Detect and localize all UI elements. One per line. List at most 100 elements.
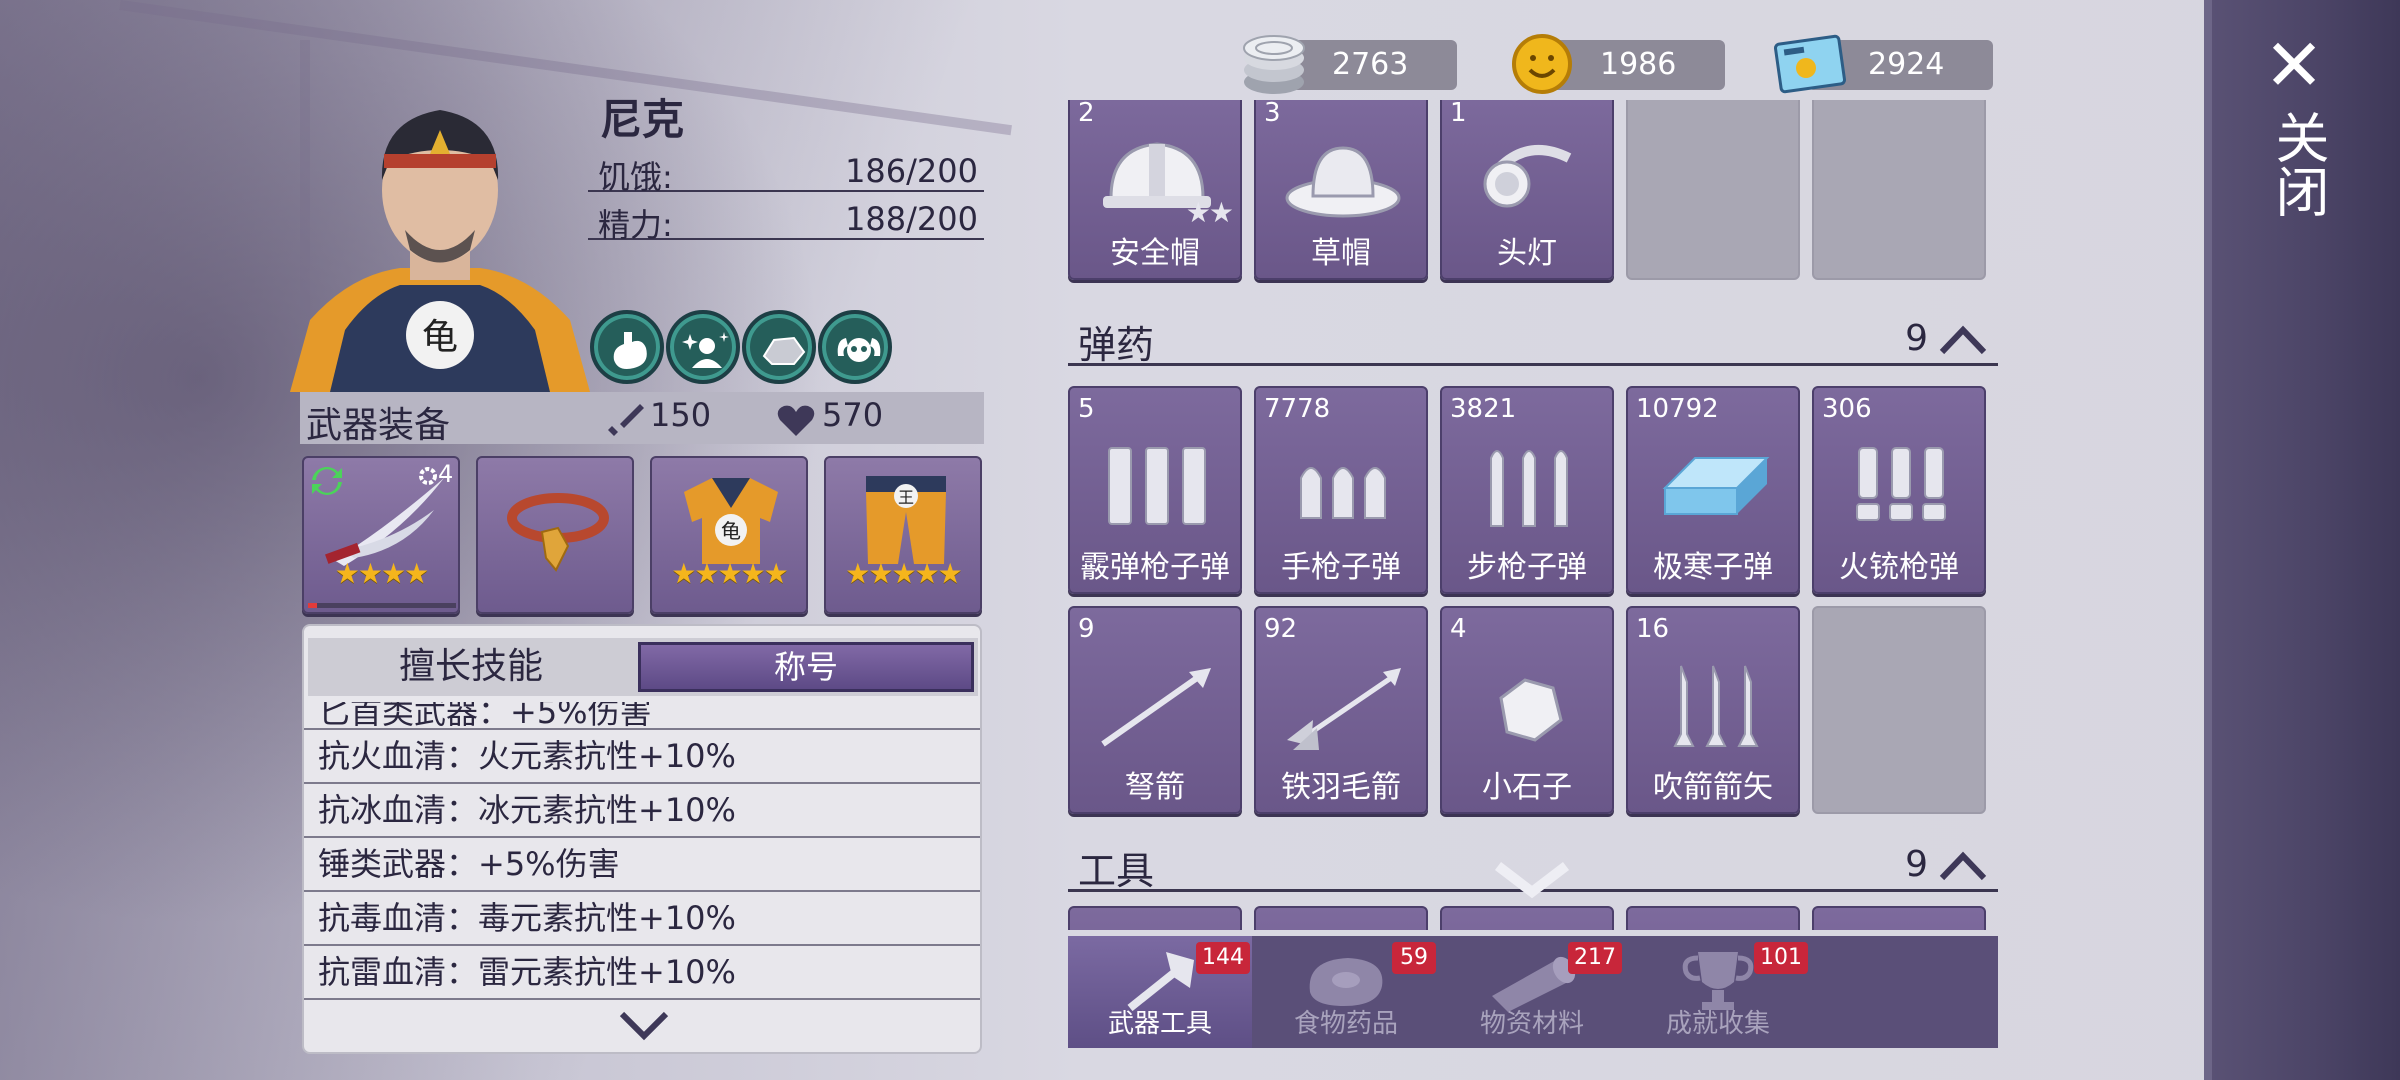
attack-value: 150 xyxy=(650,396,712,434)
close-sidebar[interactable]: ✕ 关闭 xyxy=(2204,0,2400,1080)
item-count: 2 xyxy=(1078,100,1095,128)
stomach-icon xyxy=(613,332,647,369)
tool-slot[interactable] xyxy=(1068,906,1242,930)
shotgun-shell-icon xyxy=(1108,447,1206,525)
equip-slot-pants[interactable]: 王 ★★★★★ xyxy=(824,456,982,614)
item-pistol-ammo[interactable]: 7778 手枪子弹 xyxy=(1254,386,1428,594)
buff-flex[interactable] xyxy=(818,310,892,384)
equip-slot-weapon[interactable]: 4 ★★★★ xyxy=(302,456,460,614)
buff-stone[interactable] xyxy=(742,310,816,384)
skills-panel: 擅长技能 称号 匕首类武器：+5%伤害 抗火血清：火元素抗性+10% 抗冰血清：… xyxy=(302,624,982,1054)
ticket-currency: 2924 xyxy=(1773,34,1993,94)
tab-materials[interactable]: 217 物资材料 xyxy=(1440,936,1624,1048)
scroll-down-chevron-icon[interactable] xyxy=(1492,856,1572,906)
item-stars: ★★ xyxy=(1185,196,1234,229)
tab-food-medicine[interactable]: 59 食物药品 xyxy=(1254,936,1438,1048)
item-name: 霰弹枪子弹 xyxy=(1080,550,1230,585)
pants-stars: ★★★★★ xyxy=(845,557,963,590)
tab-skills[interactable]: 擅长技能 xyxy=(308,638,634,696)
chevron-up-icon[interactable] xyxy=(1938,848,1988,884)
tab-label: 成就收集 xyxy=(1665,1009,1770,1039)
gold-currency: 1986 xyxy=(1512,34,1725,94)
sword-icon xyxy=(608,404,644,436)
tab-titles[interactable]: 称号 xyxy=(638,642,974,692)
tools-title: 工具 xyxy=(1078,849,1155,893)
item-name: 极寒子弹 xyxy=(1653,550,1773,585)
energy-label: 精力: xyxy=(598,206,673,244)
tab-weapons-tools[interactable]: 144 武器工具 xyxy=(1068,936,1252,1048)
turtle-shirt-icon: 龟 xyxy=(684,478,778,564)
silver-amount: 2763 xyxy=(1332,47,1409,82)
ammo-count: 9 xyxy=(1905,318,1928,359)
item-rifle-ammo[interactable]: 3821 步枪子弹 xyxy=(1440,386,1614,594)
empty-slot xyxy=(1812,606,1986,814)
skill-row: 抗火血清：火元素抗性+10% xyxy=(304,730,980,784)
item-count: 7778 xyxy=(1264,394,1331,424)
tab-badge: 144 xyxy=(1196,942,1250,974)
straw-hat-icon xyxy=(1285,146,1401,218)
armor-stars: ★★★★★ xyxy=(671,557,789,590)
tab-badge: 217 xyxy=(1568,942,1622,974)
equipment-header: 武器装备 150 570 xyxy=(300,392,984,446)
character-name: 尼克 xyxy=(600,95,685,144)
rifle-bullet-icon xyxy=(1490,450,1568,527)
item-shotgun-shell[interactable]: 5 霰弹枪子弹 xyxy=(1068,386,1242,594)
flex-skull-icon xyxy=(837,338,881,362)
tab-badge: 101 xyxy=(1754,942,1808,974)
energy-stat: 精力: 188/200 xyxy=(588,196,984,244)
item-small-stone[interactable]: 4 小石子 xyxy=(1440,606,1614,814)
item-name: 火铳枪弹 xyxy=(1839,550,1959,585)
item-count: 9 xyxy=(1078,614,1095,644)
ticket-icon xyxy=(1773,34,1847,94)
buff-stomach[interactable] xyxy=(590,310,664,384)
skill-list[interactable]: 匕首类武器：+5%伤害 抗火血清：火元素抗性+10% 抗冰血清：冰元素抗性+10… xyxy=(304,702,980,1002)
item-count: 5 xyxy=(1078,394,1095,424)
skill-row: 锤类武器：+5%伤害 xyxy=(304,838,980,892)
heart-icon xyxy=(777,405,815,436)
item-crossbow-bolt[interactable]: 9 弩箭 xyxy=(1068,606,1242,814)
close-icon[interactable]: ✕ xyxy=(2254,29,2334,101)
item-count: 16 xyxy=(1636,614,1670,644)
item-name: 吹箭箭矢 xyxy=(1653,770,1773,805)
item-name: 安全帽 xyxy=(1110,236,1200,271)
item-name: 铁羽毛箭 xyxy=(1281,770,1401,805)
item-straw-hat[interactable]: 3 草帽 xyxy=(1254,100,1428,280)
empty-slot xyxy=(1626,100,1800,280)
chevron-up-icon[interactable] xyxy=(1938,322,1988,358)
turtle-pants-icon: 王 xyxy=(866,476,946,564)
item-frost-ammo[interactable]: 10792 极寒子弹 xyxy=(1626,386,1800,594)
svg-text:王: 王 xyxy=(898,488,914,507)
ammo-section-header: 弹药 9 xyxy=(1068,310,1998,367)
equip-slot-armor[interactable]: 龟 ★★★★★ xyxy=(650,456,808,614)
skill-row: 匕首类武器：+5%伤害 xyxy=(304,702,980,730)
item-headlamp[interactable]: 1 头灯 xyxy=(1440,100,1614,280)
ticket-amount: 2924 xyxy=(1868,47,1945,82)
item-iron-feather-arrow[interactable]: 92 铁羽毛箭 xyxy=(1254,606,1428,814)
silver-currency: 2763 xyxy=(1243,35,1457,94)
hunger-stat: 饥饿: 186/200 xyxy=(588,148,984,196)
buff-sparkle[interactable] xyxy=(666,310,740,384)
item-count: 3821 xyxy=(1450,394,1517,424)
pistol-bullet-icon xyxy=(1300,467,1386,519)
item-safety-helmet[interactable]: 2 ★★ 安全帽 xyxy=(1068,100,1242,280)
hunger-label: 饥饿: xyxy=(598,158,673,196)
item-blowgun-dart[interactable]: 16 吹箭箭矢 xyxy=(1626,606,1800,814)
svg-text:龟: 龟 xyxy=(721,519,741,543)
item-name: 头灯 xyxy=(1497,236,1557,271)
close-label[interactable]: 关闭 xyxy=(2266,110,2329,218)
tool-slot[interactable] xyxy=(1812,906,1986,930)
item-count: 3 xyxy=(1264,100,1281,128)
inventory-scroll[interactable]: 2 ★★ 安全帽 3 草帽 1 头灯 弹药 9 5 霰弹枪子弹 7778 手枪子… xyxy=(1068,100,1998,930)
ice-crystal-icon xyxy=(1662,457,1770,515)
tool-slot[interactable] xyxy=(1254,906,1428,930)
chevron-down-icon[interactable] xyxy=(614,1006,674,1046)
bottom-category-tabs: 144 武器工具 59 食物药品 217 物资材料 101 成就收集 xyxy=(1068,936,1998,1048)
tool-slot[interactable] xyxy=(1440,906,1614,930)
equip-slot-accessory[interactable] xyxy=(476,456,634,614)
headlamp-icon xyxy=(1483,145,1572,208)
tab-achievements[interactable]: 101 成就收集 xyxy=(1626,936,1810,1048)
item-musket-ammo[interactable]: 306 火铳枪弹 xyxy=(1812,386,1986,594)
tool-slot[interactable] xyxy=(1626,906,1800,930)
item-name: 弩箭 xyxy=(1125,770,1185,805)
tab-label: 物资材料 xyxy=(1479,1009,1584,1039)
